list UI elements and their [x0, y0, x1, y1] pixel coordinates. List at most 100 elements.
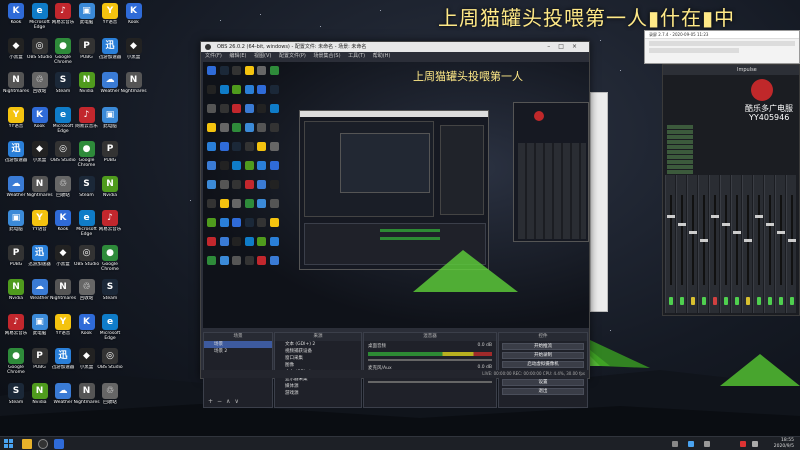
- kook-taskbar-icon[interactable]: [54, 439, 64, 449]
- desktop-icon[interactable]: N Nvidia: [74, 71, 100, 105]
- fader-knob[interactable]: [733, 231, 741, 234]
- desktop-icon[interactable]: ▣ 此电脑: [74, 2, 100, 36]
- desktop-icon[interactable]: K Kook: [74, 313, 100, 347]
- mixer-channel-strip[interactable]: [753, 175, 763, 313]
- desktop-icon[interactable]: N Nightmares: [3, 71, 29, 105]
- desktop-icon[interactable]: S Steam: [74, 175, 100, 209]
- desktop-icon[interactable]: ◎ OBS Studio: [74, 244, 100, 278]
- menu-file[interactable]: 文件(F): [205, 53, 222, 59]
- tray-input-icon[interactable]: [752, 441, 758, 447]
- desktop-icon[interactable]: e Microsoft Edge: [74, 209, 100, 243]
- desktop-icon[interactable]: N Nightmares: [121, 71, 147, 105]
- window-controls[interactable]: –□×: [547, 42, 585, 52]
- desktop-icon[interactable]: P PUBG: [74, 37, 100, 71]
- desktop-icon[interactable]: K Kook: [121, 2, 147, 36]
- fader-knob[interactable]: [777, 231, 785, 234]
- desktop-icon[interactable]: P PUBG: [27, 347, 53, 381]
- mixer-channel-strip[interactable]: [665, 175, 675, 313]
- mixer-volume-slider[interactable]: [368, 381, 492, 383]
- desktop-icon[interactable]: P PUBG: [97, 140, 123, 174]
- sound-mixer-app[interactable]: Impulse 酷乐多广电服 YY405946: [662, 64, 800, 316]
- mixer-channel-strip[interactable]: [709, 175, 719, 313]
- fader-knob[interactable]: [711, 215, 719, 218]
- tray-app-icon[interactable]: [688, 441, 694, 447]
- obs-title-bar[interactable]: OBS 26.0.2 (64-bit, windows) - 配置文件: 未命名…: [201, 42, 589, 52]
- fader-knob[interactable]: [689, 231, 697, 234]
- desktop-icon[interactable]: ▣ 此电脑: [27, 313, 53, 347]
- menu-view[interactable]: 视图(V): [254, 53, 271, 59]
- desktop-icon[interactable]: K Kook: [3, 2, 29, 36]
- obs-taskbar-icon[interactable]: [38, 439, 48, 449]
- desktop-icon[interactable]: ◎ OBS Studio: [27, 37, 53, 71]
- tray-volume-icon[interactable]: [704, 441, 710, 447]
- desktop-icon[interactable]: ▣ 此电脑: [3, 209, 29, 243]
- menu-scene-collection[interactable]: 场景集合(S): [313, 53, 340, 59]
- menu-edit[interactable]: 编辑(E): [229, 53, 246, 59]
- mixer-channel-strip[interactable]: [786, 175, 796, 313]
- fader-knob[interactable]: [788, 239, 796, 242]
- start-streaming-button[interactable]: 开始推流: [502, 343, 584, 350]
- desktop-icon[interactable]: Y YY语音: [27, 209, 53, 243]
- desktop-icon[interactable]: ▣ 此电脑: [97, 106, 123, 140]
- obs-window[interactable]: OBS 26.0.2 (64-bit, windows) - 配置文件: 未命名…: [200, 41, 590, 408]
- desktop-icon[interactable]: ● Google Chrome: [74, 140, 100, 174]
- file-explorer-icon[interactable]: [22, 439, 32, 449]
- desktop-icon[interactable]: ● Google Chrome: [3, 347, 29, 381]
- desktop-icon[interactable]: ☁ Weather: [27, 278, 53, 312]
- mixer-preset-row[interactable]: [667, 130, 693, 134]
- mixer-channel-strip[interactable]: [687, 175, 697, 313]
- desktop-icon[interactable]: ◆ 小黑盒: [121, 37, 147, 71]
- source-item[interactable]: 文本 (GDI+) 2: [275, 341, 361, 348]
- desktop-icon[interactable]: ◆ 小黑盒: [74, 347, 100, 381]
- mixer-preset-row[interactable]: [667, 160, 693, 164]
- desktop-icon[interactable]: ☁ Weather: [3, 175, 29, 209]
- fader-knob[interactable]: [722, 223, 730, 226]
- desktop-icon[interactable]: N Nightmares: [50, 278, 76, 312]
- desktop-icon[interactable]: ◆ 小黑盒: [50, 244, 76, 278]
- desktop-icon[interactable]: N Nvidia: [3, 278, 29, 312]
- desktop-icon[interactable]: e Microsoft Edge: [27, 2, 53, 36]
- desktop-icon[interactable]: ♪ 网易云音乐: [3, 313, 29, 347]
- desktop-icon[interactable]: N Nightmares: [74, 382, 100, 416]
- desktop-icon[interactable]: ☁ Weather: [50, 382, 76, 416]
- tray-network-icon[interactable]: [672, 441, 678, 447]
- menu-help[interactable]: 帮助(H): [373, 53, 391, 59]
- settings-button[interactable]: 设置: [502, 379, 584, 386]
- source-item[interactable]: 游戏源: [275, 390, 361, 397]
- source-item[interactable]: 图像: [275, 362, 361, 369]
- menu-tools[interactable]: 工具(T): [348, 53, 365, 59]
- exit-button[interactable]: 退出: [502, 388, 584, 395]
- menu-profile[interactable]: 配置文件(P): [279, 53, 306, 59]
- windows-start-icon[interactable]: [4, 439, 14, 449]
- desktop-icon[interactable]: Y YY语音: [97, 2, 123, 36]
- desktop-icon[interactable]: ♪ 网易云音乐: [50, 2, 76, 36]
- taskbar-clock[interactable]: 18:55 2020/9/5: [774, 438, 794, 450]
- desktop-icon[interactable]: e Microsoft Edge: [50, 106, 76, 140]
- desktop-icon[interactable]: Y YY语音: [3, 106, 29, 140]
- scene-item[interactable]: 场景 2: [204, 348, 272, 355]
- fader-knob[interactable]: [744, 239, 752, 242]
- mixer-channel-strip[interactable]: [698, 175, 708, 313]
- mixer-preset-row[interactable]: [667, 140, 693, 144]
- scene-item[interactable]: 场景: [204, 341, 272, 348]
- desktop-icon[interactable]: ♪ 网易云音乐: [97, 209, 123, 243]
- source-item[interactable]: 媒体源: [275, 383, 361, 390]
- desktop-icon[interactable]: ● Google Chrome: [50, 37, 76, 71]
- mixer-preset-row[interactable]: [667, 170, 693, 174]
- desktop-icon[interactable]: ☁ Weather: [97, 71, 123, 105]
- desktop-icon[interactable]: ● Google Chrome: [97, 244, 123, 278]
- mixer-preset-row[interactable]: [667, 125, 693, 129]
- desktop-icon[interactable]: 迅迅游加速器: [3, 140, 29, 174]
- mixer-preset-row[interactable]: [667, 155, 693, 159]
- recorder-mini-window[interactable]: 录屏 2.7.4 - 2020-09-05 11:23: [644, 30, 800, 64]
- desktop-icon[interactable]: ◆ 小黑盒: [3, 37, 29, 71]
- desktop-icon[interactable]: N Nightmares: [27, 175, 53, 209]
- source-item[interactable]: 窗口采集: [275, 355, 361, 362]
- desktop-icon[interactable]: Y YY语音: [50, 313, 76, 347]
- desktop-icon[interactable]: ♲ 回收站: [74, 278, 100, 312]
- fader-knob[interactable]: [766, 223, 774, 226]
- mixer-preset-row[interactable]: [667, 150, 693, 154]
- desktop-icon[interactable]: S Steam: [97, 278, 123, 312]
- source-item[interactable]: 视频捕获设备: [275, 348, 361, 355]
- desktop-icon[interactable]: 迅迅游加速器: [50, 347, 76, 381]
